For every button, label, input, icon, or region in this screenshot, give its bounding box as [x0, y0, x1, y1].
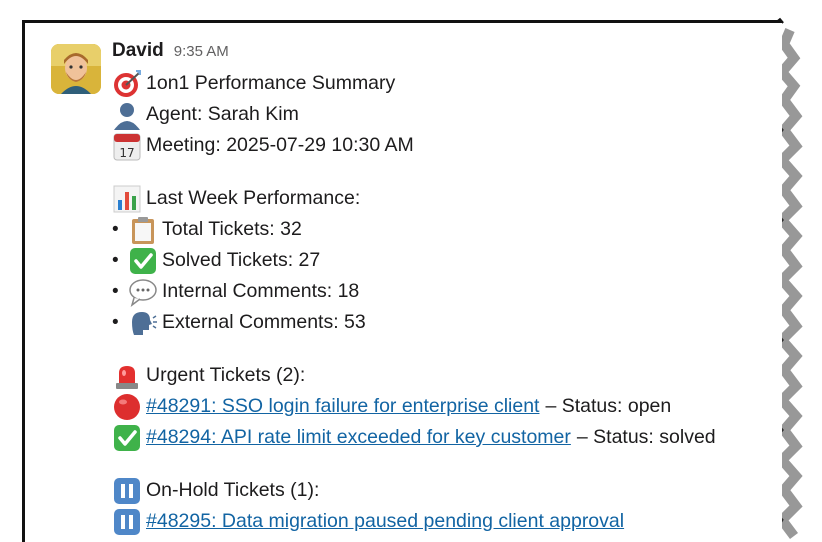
timestamp[interactable]: 9:35 AM — [174, 43, 229, 60]
check-mark-button-icon — [112, 423, 142, 453]
bullet: • — [112, 250, 119, 271]
summary-title-text: 1on1 Performance Summary — [146, 72, 396, 94]
bullet: • — [112, 281, 119, 302]
solved-tickets-text: Solved Tickets: 27 — [162, 249, 321, 271]
list-item-external: • External Comments: 53 — [112, 307, 782, 338]
list-item-internal: • Internal Comments: 18 — [112, 276, 782, 307]
message-body: David 9:35 AM 1on1 Performance Summary A… — [112, 40, 782, 537]
avatar-image — [51, 44, 101, 94]
urgent-ticket-48294: #48294: API rate limit exceeded for key … — [112, 422, 782, 453]
author-name[interactable]: David — [112, 40, 164, 62]
pause-button-icon — [112, 507, 142, 537]
bust-silhouette-icon — [112, 100, 142, 130]
on-hold-ticket-48295: #48295: Data migration paused pending cl… — [112, 506, 782, 537]
external-comments-text: External Comments: 53 — [162, 311, 366, 333]
calendar-icon: 17 — [112, 131, 142, 161]
agent-line: Agent: Sarah Kim — [112, 99, 782, 130]
urgent-heading-text: Urgent Tickets (2): — [146, 364, 306, 386]
ticket-link-48291[interactable]: #48291: SSO login failure for enterprise… — [146, 391, 539, 422]
summary-title: 1on1 Performance Summary — [112, 68, 782, 99]
ticket-status-48294: – Status: solved — [576, 426, 716, 448]
meeting-line: 17 Meeting: 2025-07-29 10:30 AM — [112, 130, 782, 161]
dart-target-icon — [112, 69, 142, 99]
clipboard-icon — [128, 215, 158, 245]
on-hold-heading: On-Hold Tickets (1): — [112, 475, 782, 506]
urgent-ticket-48291: #48291: SSO login failure for enterprise… — [112, 391, 782, 422]
bullet: • — [112, 219, 119, 240]
perf-heading-text: Last Week Performance: — [146, 187, 361, 209]
avatar[interactable] — [51, 44, 101, 94]
list-item-total: • Total Tickets: 32 — [112, 214, 782, 245]
on-hold-heading-text: On-Hold Tickets (1): — [146, 479, 320, 501]
ticket-status-48291: – Status: open — [545, 395, 672, 417]
list-item-solved: • Solved Tickets: 27 — [112, 245, 782, 276]
total-tickets-text: Total Tickets: 32 — [162, 218, 302, 240]
red-circle-icon — [112, 392, 142, 422]
meeting-text: Meeting: 2025-07-29 10:30 AM — [146, 134, 414, 156]
bullet: • — [112, 312, 119, 333]
agent-text: Agent: Sarah Kim — [146, 103, 299, 125]
svg-text:17: 17 — [119, 146, 134, 160]
internal-comments-text: Internal Comments: 18 — [162, 280, 360, 302]
pause-button-icon — [112, 476, 142, 506]
police-light-icon — [112, 361, 142, 391]
urgent-heading: Urgent Tickets (2): — [112, 360, 782, 391]
bar-chart-icon — [112, 184, 142, 214]
ticket-link-48295[interactable]: #48295: Data migration paused pending cl… — [146, 506, 624, 537]
check-mark-button-icon — [128, 246, 158, 276]
speech-bubble-icon — [128, 277, 158, 307]
ticket-link-48294[interactable]: #48294: API rate limit exceeded for key … — [146, 422, 571, 453]
perf-heading: Last Week Performance: — [112, 183, 782, 214]
speaking-head-icon — [128, 308, 158, 338]
message-header: David 9:35 AM — [112, 40, 782, 68]
